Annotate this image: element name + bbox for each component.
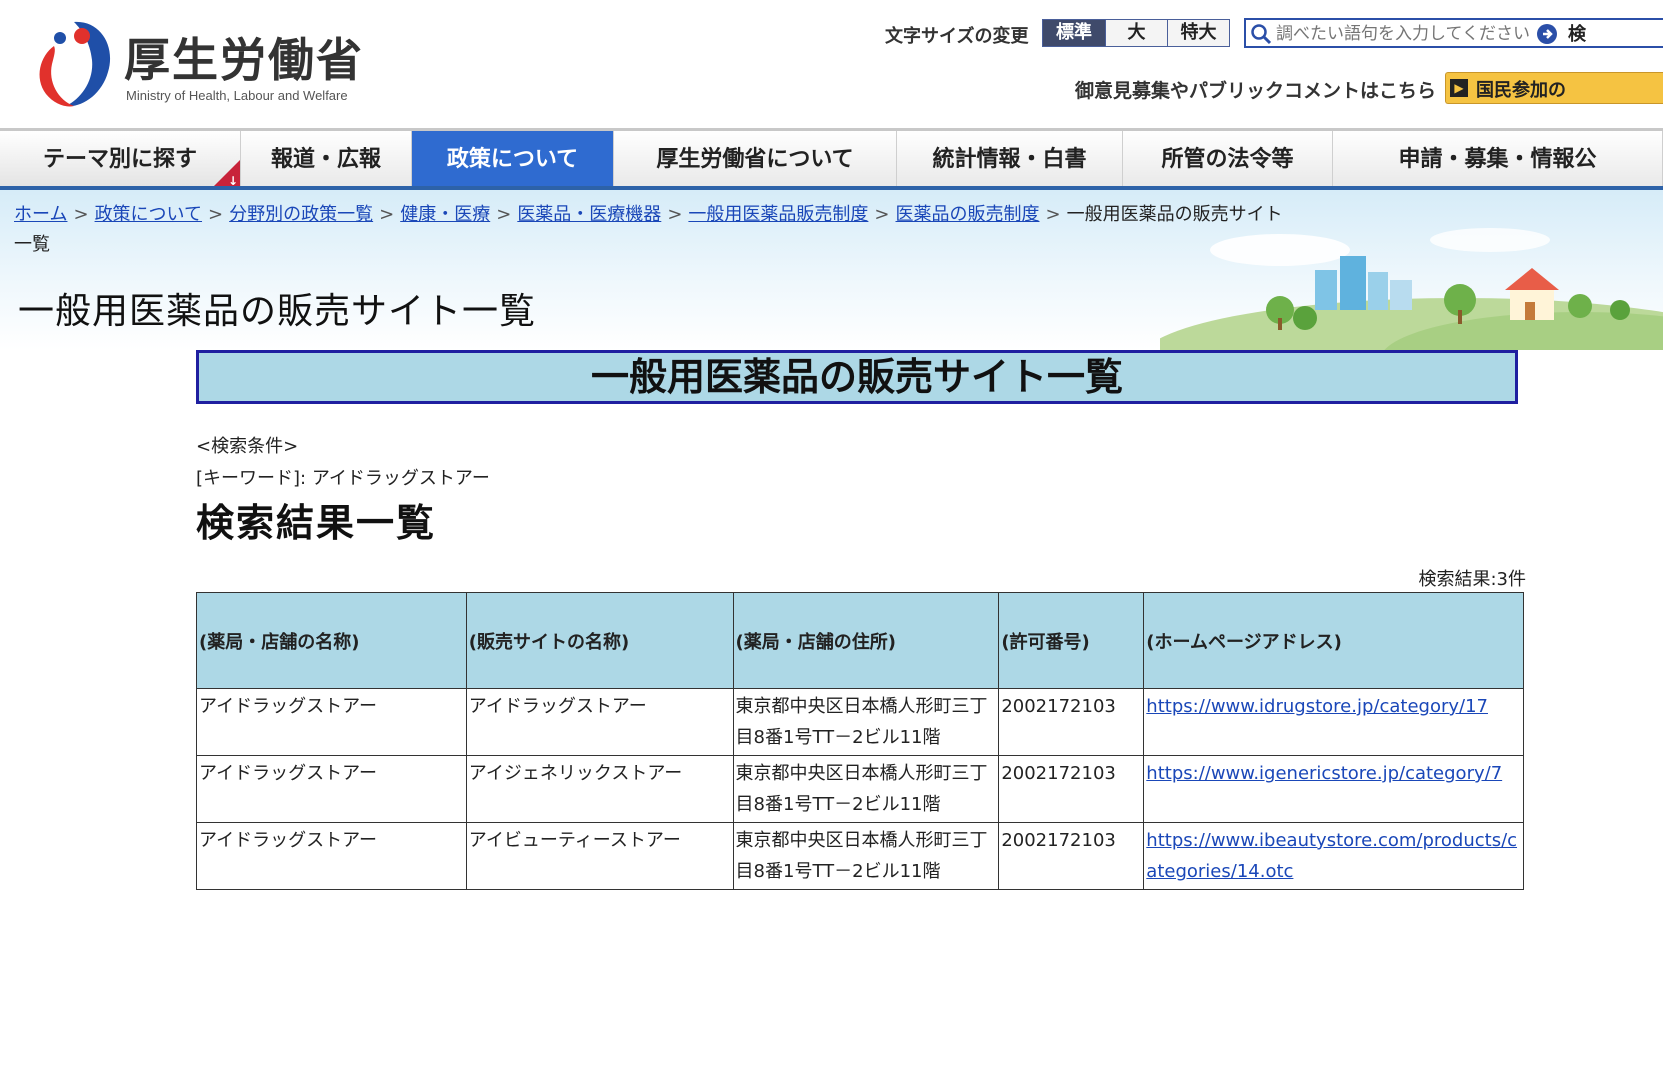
homepage-link[interactable]: https://www.igenericstore.jp/category/7 <box>1146 763 1502 784</box>
chevron-right-icon: > <box>667 204 683 225</box>
table-row: アイドラッグストアー アイドラッグストアー 東京都中央区日本橋人形町三丁目8番1… <box>196 688 1524 756</box>
logo-title[interactable]: 厚生労働省 <box>124 24 364 90</box>
breadcrumb-link-otc-system[interactable]: 一般用医薬品販売制度 <box>688 204 868 225</box>
cell-address: 東京都中央区日本橋人形町三丁目8番1号TT－2ビル11階 <box>732 755 1000 823</box>
chevron-right-icon: > <box>496 204 512 225</box>
breadcrumb-link-field-policies[interactable]: 分野別の政策一覧 <box>229 204 373 225</box>
cell-permit: 2002172103 <box>998 822 1145 890</box>
results-count: 検索結果:3件 <box>1418 569 1526 590</box>
fontsize-label: 文字サイズの変更 <box>885 26 1029 47</box>
nav-item-policy[interactable]: 政策について <box>412 131 614 186</box>
public-participation-button[interactable]: ▶ 国民参加の <box>1445 72 1663 104</box>
cell-permit: 2002172103 <box>998 688 1145 756</box>
cell-url: https://www.igenericstore.jp/category/7 <box>1143 755 1524 823</box>
fontsize-xlarge-button[interactable]: 特大 <box>1167 20 1229 46</box>
fontsize-switcher: 標準 大 特大 <box>1042 19 1230 47</box>
cell-url: https://www.idrugstore.jp/category/17 <box>1143 688 1524 756</box>
town-scenery-illustration <box>1160 228 1663 350</box>
search-condition-label: <検索条件> <box>196 436 299 457</box>
main-heading: 一般用医薬品の販売サイト一覧 <box>196 350 1518 404</box>
global-nav: テーマ別に探す ↓ 報道・広報 政策について 厚生労働省について 統計情報・白書… <box>0 128 1663 190</box>
column-header-permit: (許可番号) <box>998 592 1145 689</box>
search-button[interactable]: 検 <box>1568 20 1586 46</box>
nav-item-press[interactable]: 報道・広報 <box>241 131 412 186</box>
nav-item-statistics[interactable]: 統計情報・白書 <box>897 131 1123 186</box>
column-header-url: (ホームページアドレス) <box>1143 592 1524 689</box>
breadcrumb-link-health[interactable]: 健康・医療 <box>400 204 490 225</box>
breadcrumb-link-policy[interactable]: 政策について <box>95 204 202 225</box>
search-keyword: [キーワード]: アイドラッグストアー <box>196 468 490 489</box>
cell-store: アイドラッグストアー <box>196 822 467 890</box>
cell-address: 東京都中央区日本橋人形町三丁目8番1号TT－2ビル11階 <box>732 688 1000 756</box>
arrow-right-circle-icon[interactable] <box>1536 23 1558 45</box>
cell-address: 東京都中央区日本橋人形町三丁目8番1号TT－2ビル11階 <box>732 822 1000 890</box>
chevron-right-icon: > <box>1045 204 1061 225</box>
table-row: アイドラッグストアー アイジェネリックストアー 東京都中央区日本橋人形町三丁目8… <box>196 755 1524 823</box>
chevron-right-icon: > <box>73 204 89 225</box>
breadcrumb-link-home[interactable]: ホーム <box>14 204 67 225</box>
page-banner: ホーム > 政策について > 分野別の政策一覧 > 健康・医療 > 医薬品・医療機器 > 一般用医薬… <box>0 190 1663 350</box>
fontsize-large-button[interactable]: 大 <box>1105 20 1167 46</box>
opinion-link[interactable]: 御意見募集やパブリックコメントはこちら <box>1075 76 1436 103</box>
public-participation-label: 国民参加の <box>1476 80 1566 101</box>
cell-store: アイドラッグストアー <box>196 688 467 756</box>
results-table: (薬局・店舗の名称) (販売サイトの名称) (薬局・店舗の住所) (許可番号) … <box>196 592 1524 890</box>
column-header-address: (薬局・店舗の住所) <box>732 592 1000 689</box>
arrow-right-icon: ▶ <box>1450 79 1468 97</box>
results-heading: 検索結果一覧 <box>196 501 437 545</box>
mhlw-logo-icon[interactable] <box>30 16 114 110</box>
fontsize-standard-button[interactable]: 標準 <box>1043 20 1105 46</box>
breadcrumb-link-drugs[interactable]: 医薬品・医療機器 <box>517 204 661 225</box>
nav-item-label: テーマ別に探す <box>42 147 197 172</box>
cell-site: アイビューティーストアー <box>465 822 734 890</box>
search-icon <box>1251 24 1272 45</box>
homepage-link[interactable]: https://www.idrugstore.jp/category/17 <box>1146 696 1488 717</box>
breadcrumb: ホーム > 政策について > 分野別の政策一覧 > 健康・医療 > 医薬品・医療機器 > 一般用医薬… <box>14 200 1294 260</box>
page-title: 一般用医薬品の販売サイト一覧 <box>18 291 537 332</box>
site-header: 厚生労働省 Ministry of Health, Labour and Wel… <box>0 0 1663 130</box>
cell-site: アイドラッグストアー <box>465 688 734 756</box>
nav-item-applications[interactable]: 申請・募集・情報公 <box>1333 131 1663 186</box>
chevron-right-icon: > <box>208 204 224 225</box>
cell-permit: 2002172103 <box>998 755 1145 823</box>
chevron-right-icon: > <box>874 204 890 225</box>
search-input[interactable] <box>1276 22 1538 46</box>
cell-url: https://www.ibeautystore.com/products/ca… <box>1143 822 1524 890</box>
cell-site: アイジェネリックストアー <box>465 755 734 823</box>
homepage-link[interactable]: https://www.ibeautystore.com/products/ca… <box>1146 830 1517 882</box>
nav-item-about[interactable]: 厚生労働省について <box>614 131 897 186</box>
column-header-store: (薬局・店舗の名称) <box>196 592 467 689</box>
nav-item-laws[interactable]: 所管の法令等 <box>1123 131 1333 186</box>
cell-store: アイドラッグストアー <box>196 755 467 823</box>
nav-item-themes[interactable]: テーマ別に探す ↓ <box>0 131 241 188</box>
logo-subtitle: Ministry of Health, Labour and Welfare <box>126 88 348 103</box>
arrow-down-icon: ↓ <box>227 174 238 188</box>
search-box: 検 <box>1244 18 1663 48</box>
table-header-row: (薬局・店舗の名称) (販売サイトの名称) (薬局・店舗の住所) (許可番号) … <box>196 592 1524 689</box>
column-header-site: (販売サイトの名称) <box>465 592 734 689</box>
breadcrumb-link-sales-system[interactable]: 医薬品の販売制度 <box>896 204 1040 225</box>
table-row: アイドラッグストアー アイビューティーストアー 東京都中央区日本橋人形町三丁目8… <box>196 822 1524 890</box>
chevron-right-icon: > <box>379 204 395 225</box>
